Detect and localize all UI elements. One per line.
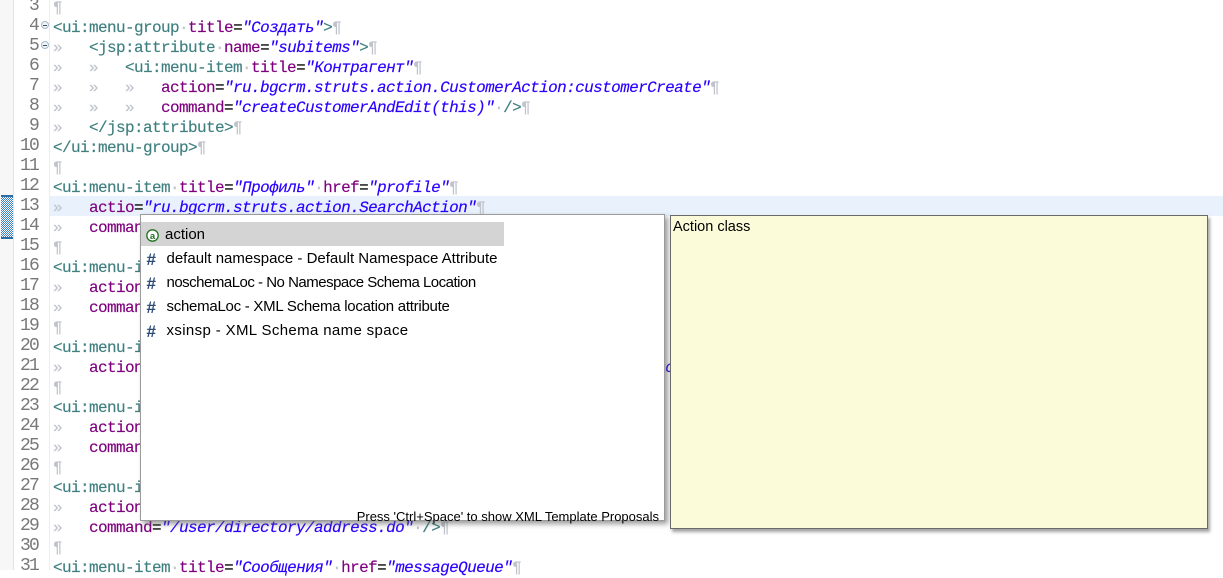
svg-text:a: a — [150, 230, 156, 241]
